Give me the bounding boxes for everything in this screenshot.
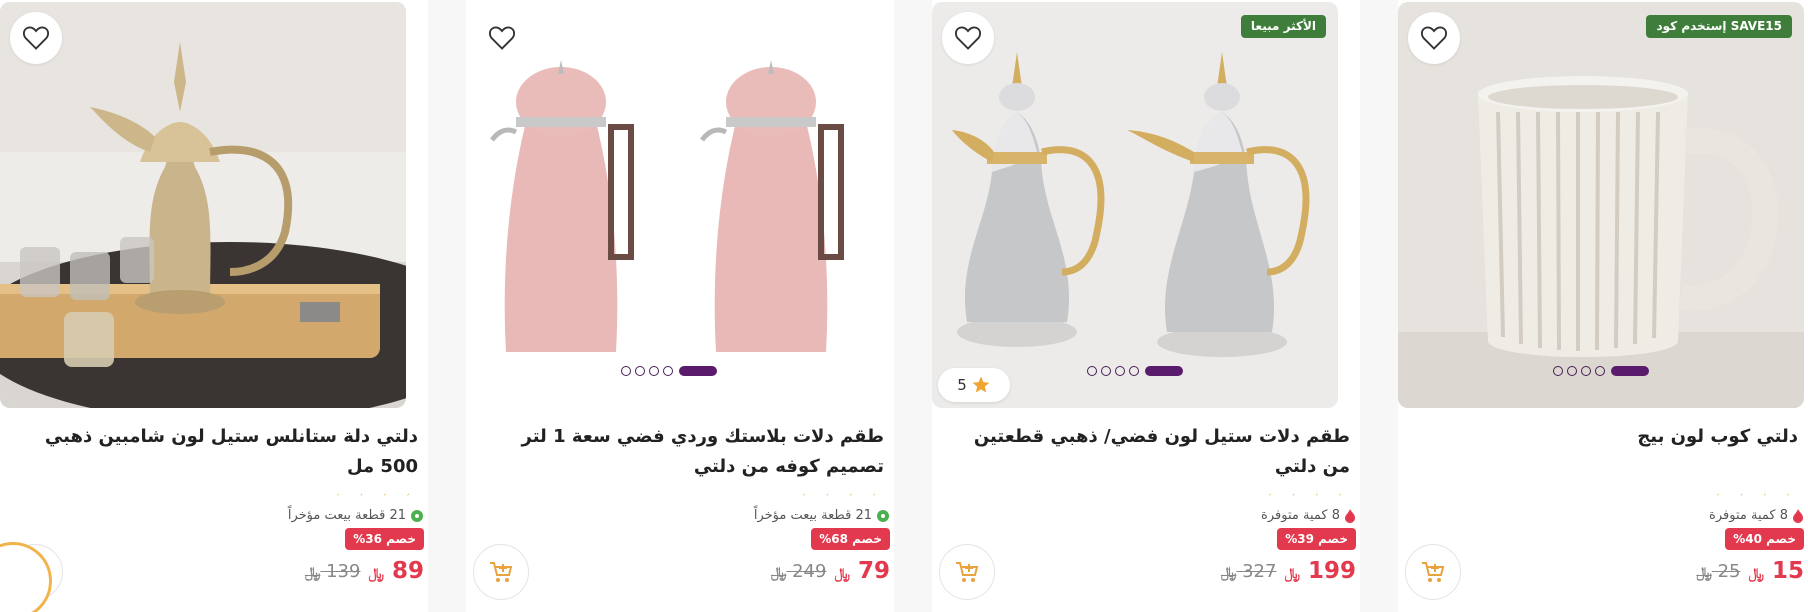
stock-info: 21 قطعة بيعت مؤخراً [288, 508, 424, 523]
carousel-dot[interactable] [1567, 366, 1577, 376]
cart-plus-icon [956, 562, 979, 582]
add-to-cart-button[interactable] [939, 544, 995, 600]
add-to-cart-button[interactable] [473, 544, 529, 600]
discount-badge: خصم 36% [345, 528, 424, 550]
rating-ticks: ´ ´ ´ ´ [1715, 494, 1798, 504]
rating-ticks: ´ ´ ´ ´ [1267, 494, 1350, 504]
carousel-dot[interactable] [663, 366, 673, 376]
carousel-dot[interactable] [1115, 366, 1125, 376]
product-image[interactable] [466, 2, 872, 408]
carousel-dot[interactable] [1129, 366, 1139, 376]
product-card[interactable]: الأكثر مبيعا 5 طقم دلات ستيل لون فضي/ ذه… [932, 0, 1360, 612]
carousel-dot-active[interactable] [1145, 366, 1183, 376]
star-icon [972, 376, 990, 393]
carousel-dot-active[interactable] [1611, 366, 1649, 376]
carousel-dot[interactable] [635, 366, 645, 376]
carousel-dot[interactable] [621, 366, 631, 376]
bestseller-badge: الأكثر مبيعا [1240, 15, 1326, 38]
carousel-dots[interactable] [1398, 366, 1804, 376]
price-old: 249 ﷼ [770, 560, 827, 582]
favorite-button[interactable] [476, 12, 528, 64]
stock-info: 21 قطعة بيعت مؤخراً [754, 508, 890, 523]
price-old: 139 ﷼ [304, 560, 361, 582]
price-row: 79 ﷼ 249 ﷼ [771, 558, 890, 584]
stock-text: 21 قطعة بيعت مؤخراً [753, 508, 872, 523]
stock-text: 21 قطعة بيعت مؤخراً [287, 508, 406, 523]
rating-ticks: ´ ´ ´ ´ [801, 494, 884, 504]
carousel-dot[interactable] [1087, 366, 1097, 376]
cart-plus-icon [490, 562, 513, 582]
price-row: 15 ﷼ 25 ﷼ [1696, 558, 1804, 584]
heart-icon [488, 26, 516, 50]
product-title[interactable]: طقم دلات ستيل لون فضي/ ذهبي قطعتين من دل… [950, 422, 1350, 482]
product-carousel: دلتي دلة ستانلس ستيل لون شامبين ذهبي 500… [0, 0, 1808, 612]
discount-badge: خصم 68% [811, 528, 890, 550]
price-new: 15 ﷼ [1748, 558, 1804, 584]
carousel-dot[interactable] [1553, 366, 1563, 376]
price-old: 25 ﷼ [1696, 560, 1741, 582]
discount-badge: خصم 40% [1725, 528, 1804, 550]
heart-icon [1420, 26, 1448, 50]
price-new: 199 ﷼ [1284, 558, 1356, 584]
fire-icon [1793, 508, 1803, 523]
heart-icon [954, 26, 982, 50]
rating-pill: 5 [938, 368, 1010, 402]
product-title[interactable]: طقم دلات بلاستك وردي فضي سعة 1 لتر تصميم… [484, 422, 885, 482]
product-card[interactable]: طقم دلات بلاستك وردي فضي سعة 1 لتر تصميم… [466, 0, 894, 612]
heart-icon [22, 26, 50, 50]
product-title[interactable]: دلتي كوب لون بيج [1398, 422, 1798, 452]
carousel-dot-active[interactable] [679, 366, 717, 376]
favorite-button[interactable] [1408, 12, 1460, 64]
stock-text: 8 كمية متوفرة [1709, 508, 1788, 523]
add-to-cart-button[interactable] [1405, 544, 1461, 600]
product-image[interactable]: الأكثر مبيعا 5 [932, 2, 1338, 408]
tag-icon [411, 509, 423, 522]
carousel-dot[interactable] [649, 366, 659, 376]
stock-info: 8 كمية متوفرة [1709, 508, 1804, 523]
rating-ticks: ´ ´ ´ ´ [335, 494, 418, 504]
product-card[interactable]: دلتي دلة ستانلس ستيل لون شامبين ذهبي 500… [0, 0, 428, 612]
rating-value: 5 [957, 376, 967, 394]
carousel-dot[interactable] [1101, 366, 1111, 376]
discount-badge: خصم 39% [1277, 528, 1356, 550]
favorite-button[interactable] [10, 12, 62, 64]
tag-icon [877, 509, 889, 522]
favorite-button[interactable] [942, 12, 994, 64]
price-new: 79 ﷼ [834, 558, 890, 584]
fire-icon [1345, 508, 1355, 523]
product-card[interactable]: إستخدم كود SAVE15 دلتي كوب لون بيج ´ ´ ´… [1398, 0, 1808, 612]
carousel-dot[interactable] [1595, 366, 1605, 376]
coupon-badge: إستخدم كود SAVE15 [1646, 15, 1792, 38]
price-row: 89 ﷼ 139 ﷼ [305, 558, 424, 584]
product-image[interactable] [0, 2, 406, 408]
carousel-dots[interactable] [466, 366, 872, 376]
stock-info: 8 كمية متوفرة [1261, 508, 1356, 523]
carousel-dot[interactable] [1581, 366, 1591, 376]
price-row: 199 ﷼ 327 ﷼ [1221, 558, 1356, 584]
price-old: 327 ﷼ [1220, 560, 1277, 582]
price-new: 89 ﷼ [368, 558, 424, 584]
cart-plus-icon [1422, 562, 1445, 582]
product-title[interactable]: دلتي دلة ستانلس ستيل لون شامبين ذهبي 500… [18, 422, 418, 482]
product-image[interactable]: إستخدم كود SAVE15 [1398, 2, 1804, 408]
stock-text: 8 كمية متوفرة [1261, 508, 1340, 523]
